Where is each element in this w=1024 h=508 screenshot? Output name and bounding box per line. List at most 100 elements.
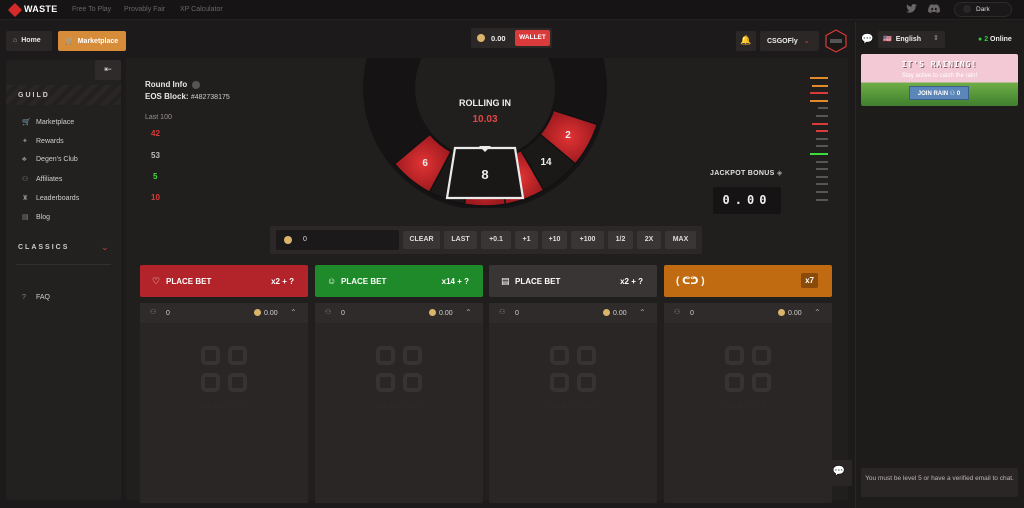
chevron-up-icon[interactable]: ⌃: [814, 308, 821, 317]
discord-icon[interactable]: [928, 4, 940, 14]
coin-icon: [477, 34, 485, 42]
balance-value: 0.00: [491, 34, 506, 43]
history-stripe: [816, 160, 828, 163]
last-100-label: Last 100: [145, 114, 172, 121]
theme-dot-icon: [963, 5, 971, 13]
rain-title: IT'S RAINING!: [901, 60, 978, 69]
place-bet-black-button[interactable]: ▤ PLACE BET x2 + ?: [489, 265, 657, 297]
history-stripe: [812, 84, 828, 87]
bet-plus-10-button[interactable]: +10: [542, 231, 567, 249]
link-xp-calculator[interactable]: XP Calculator: [180, 6, 223, 13]
wallet-button[interactable]: WALLET: [515, 30, 550, 46]
club-icon: ♣: [22, 156, 27, 163]
history-stripe: [816, 175, 828, 178]
history-stripe: [810, 153, 828, 155]
avatar[interactable]: [824, 29, 848, 53]
info-icon[interactable]: [192, 80, 201, 89]
rolling-label: ROLLING IN: [459, 98, 511, 108]
sidebar-item-faq[interactable]: ? FAQ: [22, 294, 50, 301]
jackpot-label: JACKPOT BONUS ◈: [710, 170, 783, 177]
history-value: 42: [151, 129, 160, 138]
bet-double-button[interactable]: 2X: [637, 231, 661, 249]
users-icon: ⚇: [674, 309, 681, 316]
history-stripe: [812, 122, 828, 125]
bet-plus-100-button[interactable]: +100: [571, 231, 604, 249]
bet-clear-button[interactable]: CLEAR: [403, 231, 440, 249]
language-select[interactable]: 🇺🇸 English ⇕: [878, 31, 945, 48]
chevron-up-icon[interactable]: ⌃: [290, 308, 297, 317]
jackpot-value: 0.00: [713, 187, 781, 214]
place-bet-green-button[interactable]: ☺ PLACE BET x14 + ?: [315, 265, 483, 297]
section-classics[interactable]: CLASSICS: [18, 244, 69, 251]
join-rain-button[interactable]: JOIN RAIN ⚇ 0: [909, 86, 969, 100]
empty-bets-icon: [550, 346, 596, 392]
rain-subtitle: Stay active to catch the rain!: [901, 73, 978, 79]
rolling-timer: 10.03: [472, 114, 497, 125]
bet-plus-1-button[interactable]: +1: [515, 231, 538, 249]
black-bet-icon: ▤: [501, 276, 510, 286]
bet-amount-input[interactable]: 0: [276, 230, 399, 250]
home-icon: ⌂: [13, 37, 18, 44]
users-icon: ⚇: [499, 309, 506, 316]
chevron-down-icon[interactable]: ⌄: [101, 242, 109, 253]
coin-icon: [778, 309, 785, 316]
bet-column-bonus: ⚇ 0 0.00 ⌃ NO BETS YET: [664, 303, 832, 503]
balance-box: 0.00 WALLET: [471, 28, 552, 48]
bet-half-button[interactable]: 1/2: [608, 231, 633, 249]
history-stripe: [816, 168, 828, 171]
history-stripe: [818, 107, 828, 110]
history-stripe: [816, 191, 828, 193]
sidebar-item-rewards[interactable]: ✦ Rewards: [22, 137, 64, 145]
chevron-up-icon[interactable]: ⌃: [465, 308, 472, 317]
eos-block: EOS Block: #482738175: [145, 92, 230, 101]
sidebar-item-leaderboards[interactable]: ♜ Leaderboards: [22, 194, 79, 202]
marketplace-button[interactable]: 🛒 Marketplace: [58, 31, 126, 51]
chat-toggle-icon[interactable]: 💬: [826, 460, 852, 486]
coin-icon: [603, 309, 610, 316]
bet-last-button[interactable]: LAST: [444, 231, 477, 249]
bet-plus-0-1-button[interactable]: +0.1: [481, 231, 511, 249]
history-stripe: [816, 198, 828, 201]
history-value: 5: [153, 172, 158, 181]
sidebar-item-affiliates[interactable]: ⚇ Affiliates: [22, 175, 62, 183]
bell-icon[interactable]: 🔔: [736, 31, 756, 51]
home-button[interactable]: ⌂ Home: [6, 31, 52, 51]
bet-max-button[interactable]: MAX: [665, 231, 696, 249]
sidebar-item-degens-club[interactable]: ♣ Degen's Club: [22, 156, 78, 163]
history-stripe: [810, 99, 828, 102]
no-bets-text: NO BETS YET: [549, 403, 597, 410]
site-logo[interactable]: WASTE: [7, 2, 58, 17]
place-bet-red-button[interactable]: ♡ PLACE BET x2 + ?: [140, 265, 308, 297]
empty-bets-icon: [725, 346, 771, 392]
online-count: ● 2 Online: [978, 36, 1012, 43]
no-bets-text: NO BETS YET: [200, 403, 248, 410]
sidebar: ⇤ GUILD 🛒 Marketplace ✦ Rewards ♣ Degen's C…: [6, 60, 121, 500]
chevron-down-icon: ⌄: [803, 38, 810, 45]
no-bets-text: NO BETS YET: [375, 403, 423, 410]
muscle-icon: ( ᕦᕤ ): [676, 276, 705, 287]
chevron-up-icon[interactable]: ⌃: [639, 308, 646, 317]
users-icon: ⚇: [150, 309, 157, 316]
history-value: 53: [151, 151, 160, 160]
history-stripe: [816, 115, 828, 117]
place-bet-bonus-button[interactable]: ( ᕦᕤ ) x7: [664, 265, 832, 297]
theme-toggle[interactable]: Dark: [954, 2, 1012, 17]
coin-icon: [429, 309, 436, 316]
wheel-segment-number: 6: [422, 158, 428, 169]
twitter-icon[interactable]: [906, 3, 918, 14]
sidebar-item-marketplace[interactable]: 🛒 Marketplace: [22, 118, 74, 126]
user-menu[interactable]: CSGOFly ⌄: [760, 31, 819, 51]
bet-column-green: ⚇ 0 0.00 ⌃ NO BETS YET: [315, 303, 483, 503]
bet-column-header: ⚇ 0 0.00 ⌃: [489, 303, 657, 323]
link-provably-fair[interactable]: Provably Fair: [124, 6, 165, 13]
history-value: 10: [151, 193, 160, 202]
collapse-sidebar-icon[interactable]: ⇤: [95, 60, 121, 80]
chat-icon[interactable]: 💬: [861, 34, 873, 45]
sidebar-item-blog[interactable]: ▤ Blog: [22, 213, 50, 221]
section-guild: GUILD: [18, 92, 50, 99]
link-free-to-play[interactable]: Free To Play: [72, 6, 111, 13]
roulette-wheel: 6971142 8 ROLLING IN 10.03: [363, 58, 607, 208]
chevron-updown-icon: ⇕: [933, 35, 939, 42]
history-stripe: [816, 130, 828, 133]
coin-icon: [284, 236, 292, 244]
